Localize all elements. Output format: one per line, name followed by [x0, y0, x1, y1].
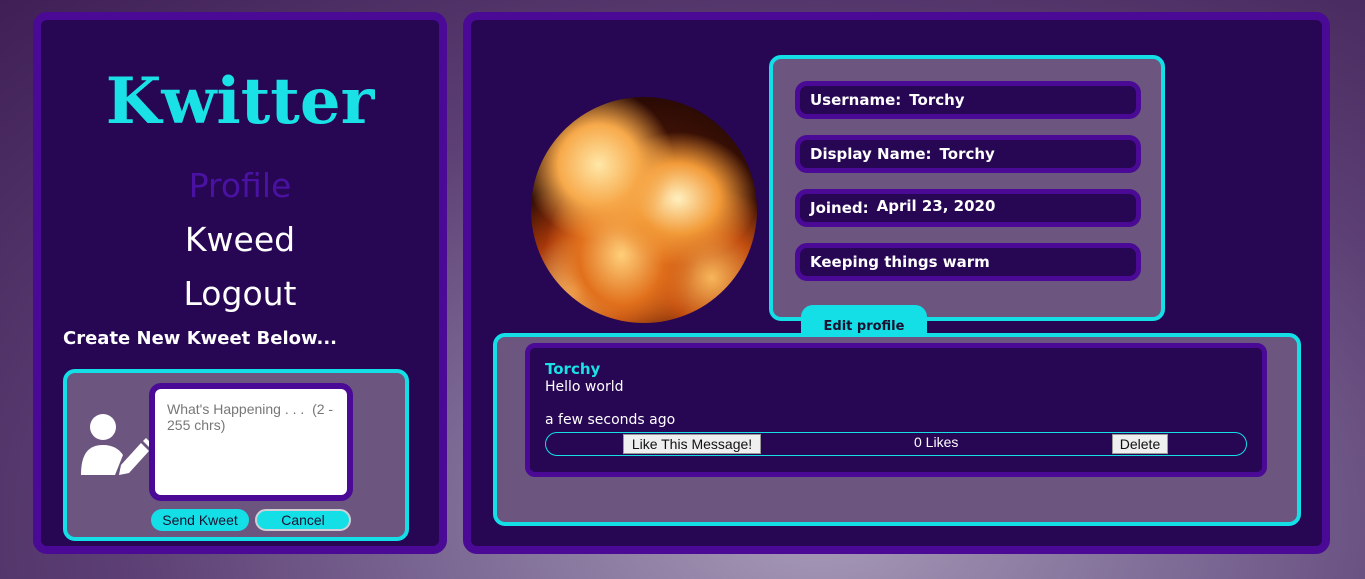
kweet-timestamp: a few seconds ago [545, 412, 676, 428]
compose-heading: Create New Kweet Below... [63, 328, 338, 349]
compose-box: Send Kweet Cancel [63, 369, 409, 541]
delete-button[interactable]: Delete [1112, 434, 1168, 454]
joined-field: Joined: April 23, 2020 [795, 189, 1141, 227]
likes-count: 0 Likes [914, 434, 959, 450]
send-kweet-button[interactable]: Send Kweet [151, 509, 249, 531]
kweet-card: Torchy Hello world a few seconds ago Lik… [525, 343, 1267, 477]
display-name-field: Display Name: Torchy [795, 135, 1141, 173]
joined-label: Joined: [810, 199, 869, 217]
username-value: Torchy [909, 91, 965, 109]
brand-logo: Kwitter [105, 64, 375, 139]
sidebar-panel: Kwitter Profile Kweed Logout Create New … [33, 12, 447, 554]
like-button[interactable]: Like This Message! [623, 434, 761, 454]
display-name-value: Torchy [939, 145, 995, 163]
user-edit-icon [81, 414, 153, 475]
fire-avatar [531, 97, 757, 323]
profile-info-card: Username: Torchy Display Name: Torchy Join… [769, 55, 1165, 321]
cancel-button[interactable]: Cancel [255, 509, 351, 531]
main-panel: Username: Torchy Display Name: Torchy Join… [463, 12, 1330, 554]
kweet-input-frame [149, 383, 353, 501]
kweet-input[interactable] [155, 389, 347, 495]
joined-value: April 23, 2020 [876, 197, 996, 215]
kweet-feed: Torchy Hello world a few seconds ago Lik… [493, 333, 1301, 526]
bio-field: Keeping things warm [795, 243, 1141, 281]
nav-kweed-link[interactable]: Kweed [41, 220, 439, 259]
display-name-label: Display Name: [810, 145, 932, 163]
kweet-author[interactable]: Torchy [545, 360, 600, 378]
kweet-text: Hello world [545, 379, 624, 395]
kweet-actions-bar: Like This Message! 0 Likes Delete [545, 432, 1247, 456]
bio-value: Keeping things warm [810, 253, 990, 271]
username-field: Username: Torchy [795, 81, 1141, 119]
username-label: Username: [810, 91, 902, 109]
nav-profile-link[interactable]: Profile [41, 166, 439, 205]
nav-logout-link[interactable]: Logout [41, 274, 439, 313]
